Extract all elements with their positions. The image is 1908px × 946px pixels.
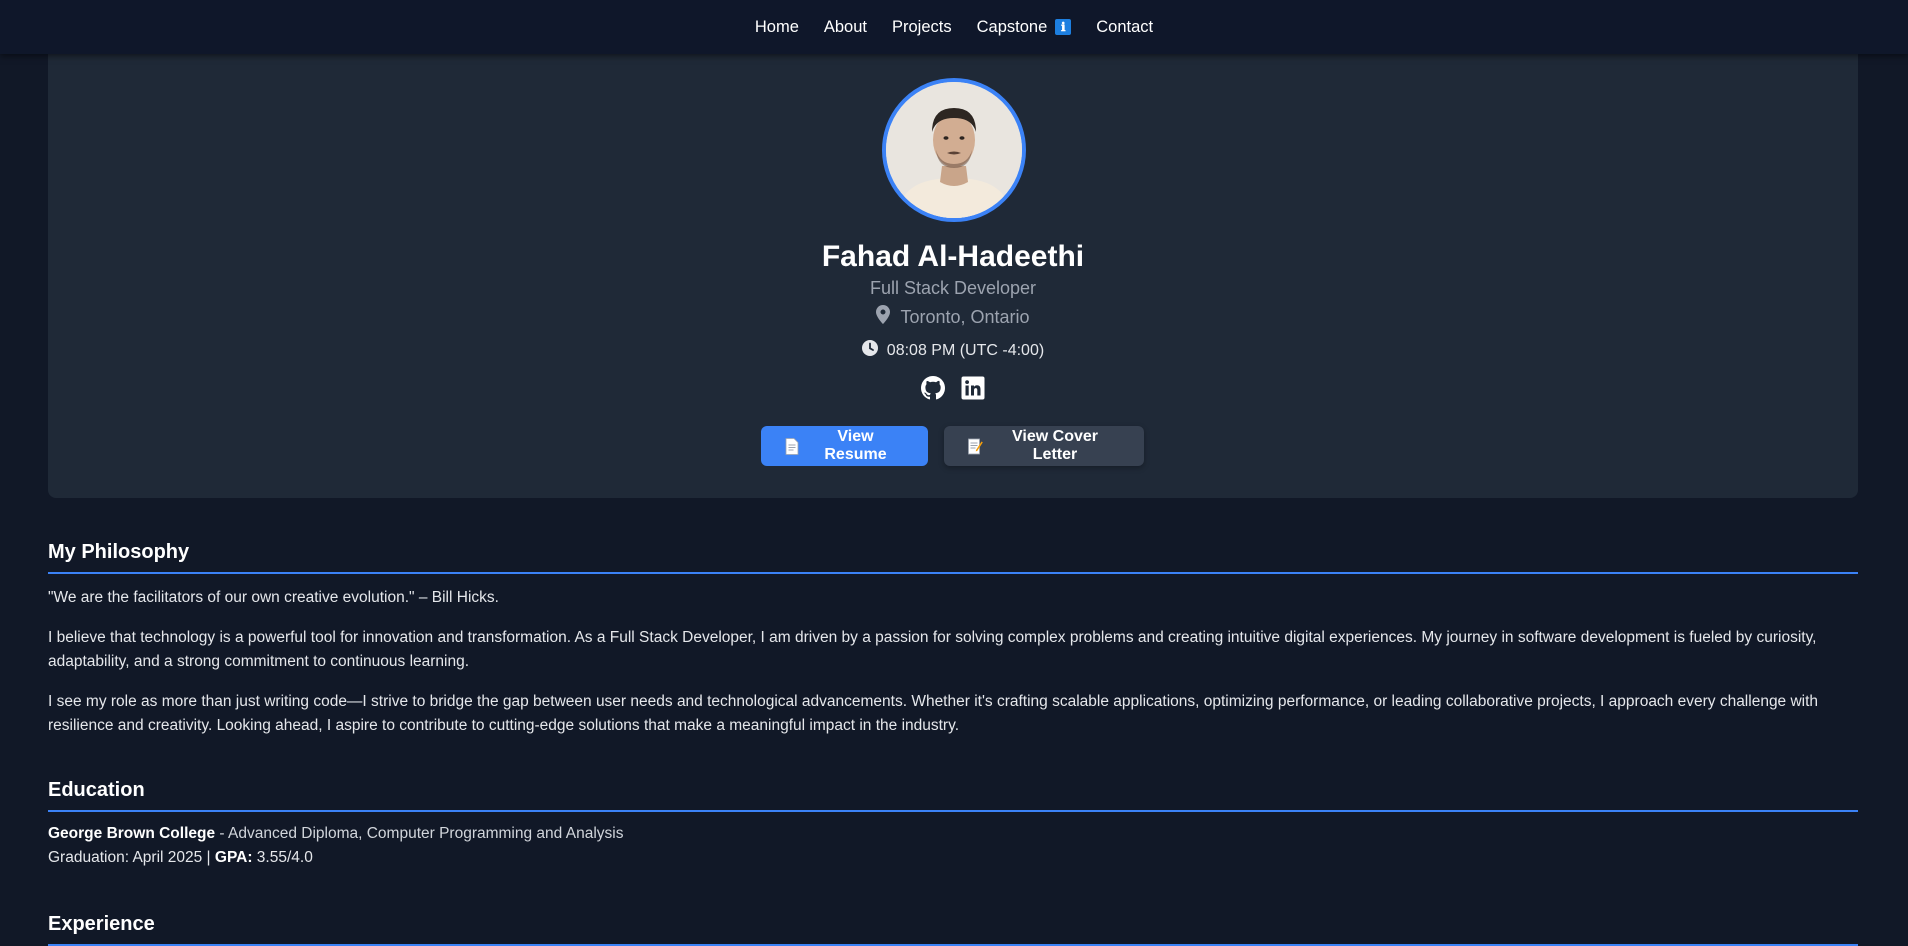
view-cover-letter-label: View Cover Letter [1012,428,1098,463]
philosophy-paragraph: I see my role as more than just writing … [48,693,1819,734]
view-cover-letter-button[interactable]: View Cover Letter [944,426,1144,466]
school-name: George Brown College [48,825,216,842]
experience-section: Experience [48,913,1858,946]
profile-card: Fahad Al-Hadeethi Full Stack Developer T… [48,54,1858,498]
time-text: 08:08 PM (UTC -4:00) [886,341,1045,359]
profile-actions: View Resume View Cover Letter [761,426,1144,466]
avatar-photo [886,82,1022,218]
gpa-value: 3.55/4.0 [252,849,313,866]
graduation-date: Graduation: April 2025 | [48,849,215,866]
nav-about[interactable]: About [824,18,867,37]
profile-location: Toronto, Ontario [48,305,1858,329]
education-details: Graduation: April 2025 | GPA: 3.55/4.0 [48,846,1858,870]
gpa-label: GPA: [214,849,253,866]
clock-icon [861,340,878,361]
info-icon: ℹ [1055,19,1072,35]
profile-name: Fahad Al-Hadeethi [821,240,1085,273]
location-text: Toronto, Ontario [900,306,1030,327]
view-resume-label: View Resume [824,428,887,463]
nav-capstone[interactable]: Capstone ℹ [977,18,1072,37]
nav-capstone-label: Capstone [976,17,1048,36]
philosophy-paragraph: I believe that technology is a powerful … [48,629,1817,670]
linkedin-icon[interactable] [961,376,985,400]
nav-contact[interactable]: Contact [1096,18,1153,37]
view-resume-button[interactable]: View Resume [761,426,928,466]
top-nav: Home About Projects Capstone ℹ Contact [0,0,1908,54]
profile-role: Full Stack Developer [869,278,1037,298]
philosophy-quote: "We are the facilitators of our own crea… [48,589,499,606]
nav-home[interactable]: Home [755,18,799,37]
avatar [882,78,1026,222]
program-name: - Advanced Diploma, Computer Programming… [215,825,624,842]
social-links [48,376,1858,400]
profile-local-time: 08:08 PM (UTC -4:00) [48,340,1858,361]
education-heading: Education [48,779,1858,812]
github-icon[interactable] [921,376,945,400]
experience-heading: Experience [48,913,1858,946]
map-pin-icon [876,305,891,329]
philosophy-section: My Philosophy "We are the facilitators o… [48,541,1858,754]
education-section: Education George Brown College - Advance… [48,779,1858,870]
nav-list: Home About Projects Capstone ℹ Contact [755,18,1153,37]
nav-projects[interactable]: Projects [892,18,952,37]
memo-icon [968,438,983,455]
education-entry: George Brown College - Advanced Diploma,… [48,822,1858,846]
philosophy-heading: My Philosophy [48,541,1858,574]
document-icon [785,437,799,455]
